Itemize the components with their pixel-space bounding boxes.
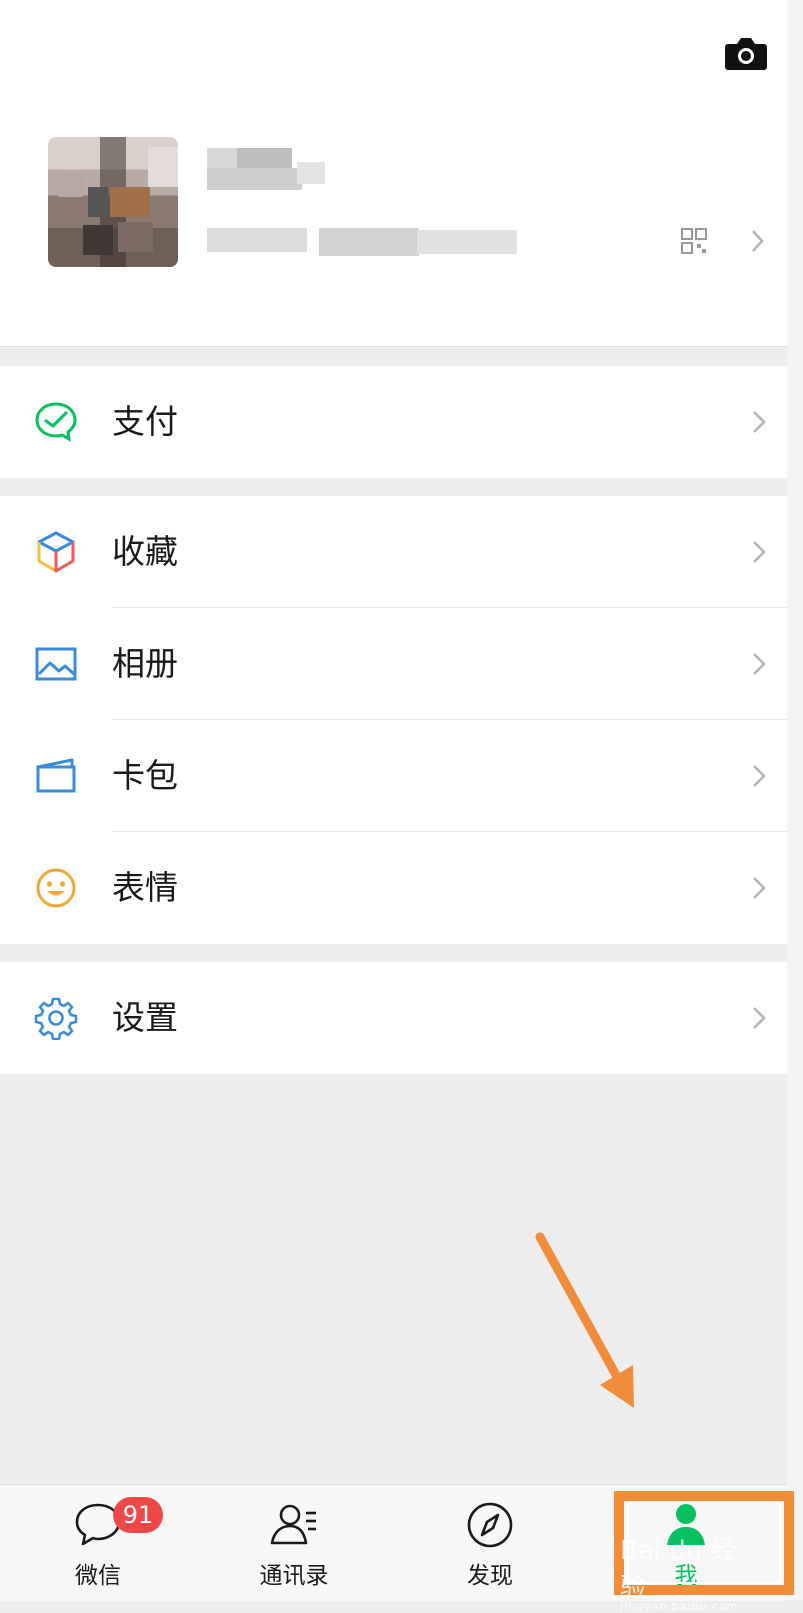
menu-item-label: 相册	[112, 644, 178, 683]
avatar[interactable]	[48, 137, 178, 267]
compass-icon	[464, 1499, 516, 1551]
menu-item-label: 支付	[112, 402, 178, 441]
album-image-icon	[34, 642, 78, 686]
menu-group-pay: 支付	[0, 366, 787, 478]
menu-item-settings[interactable]: 设置	[0, 962, 787, 1074]
me-page: 支付 收藏 相册 卡包 表情 设置 91 微信 通讯录 发现 我 Bai du …	[0, 0, 803, 1613]
chevron-right-icon	[750, 762, 768, 790]
favorites-cube-icon	[34, 530, 78, 574]
menu-item-cards[interactable]: 卡包	[0, 720, 787, 832]
baidu-watermark: Bai du 经验 jingyan.baidu.com	[620, 1530, 760, 1613]
tab-contacts[interactable]: 通讯录	[196, 1485, 392, 1601]
tab-label: 微信	[75, 1563, 121, 1589]
menu-item-label: 表情	[112, 868, 178, 907]
menu-item-album[interactable]: 相册	[0, 608, 787, 720]
chevron-right-icon	[750, 408, 768, 436]
chevron-right-icon	[748, 228, 768, 254]
tab-label: 发现	[467, 1563, 513, 1589]
menu-item-favorites[interactable]: 收藏	[0, 496, 787, 608]
watermark-main: Bai du 经验	[620, 1536, 737, 1603]
chevron-right-icon	[750, 650, 768, 678]
qr-code-icon[interactable]	[679, 226, 709, 256]
chevron-right-icon	[750, 538, 768, 566]
menu-item-stickers[interactable]: 表情	[0, 832, 787, 944]
wechat-pay-icon	[34, 400, 78, 444]
menu-group-main: 收藏 相册 卡包 表情	[0, 496, 787, 944]
screen-edge	[787, 0, 803, 1600]
chevron-right-icon	[750, 874, 768, 902]
camera-icon[interactable]	[724, 36, 768, 72]
menu-item-pay[interactable]: 支付	[0, 366, 787, 478]
tab-chats[interactable]: 91 微信	[0, 1485, 196, 1601]
menu-group-settings: 设置	[0, 962, 787, 1074]
wechat-id-redacted	[207, 222, 527, 262]
smiley-icon	[34, 866, 78, 910]
unread-badge: 91	[113, 1497, 163, 1533]
profile-header[interactable]	[0, 0, 787, 347]
menu-item-label: 卡包	[112, 756, 178, 795]
nickname-redacted	[207, 148, 325, 192]
watermark-sub: jingyan.baidu.com	[620, 1600, 739, 1613]
card-wallet-icon	[34, 754, 78, 798]
menu-item-label: 收藏	[112, 532, 178, 571]
tab-label: 通讯录	[259, 1563, 329, 1589]
chevron-right-icon	[750, 1004, 768, 1032]
contacts-icon	[268, 1499, 320, 1551]
annotation-arrow	[520, 1225, 660, 1425]
gear-icon	[34, 996, 78, 1041]
menu-item-label: 设置	[112, 998, 178, 1037]
tab-discover[interactable]: 发现	[392, 1485, 588, 1601]
